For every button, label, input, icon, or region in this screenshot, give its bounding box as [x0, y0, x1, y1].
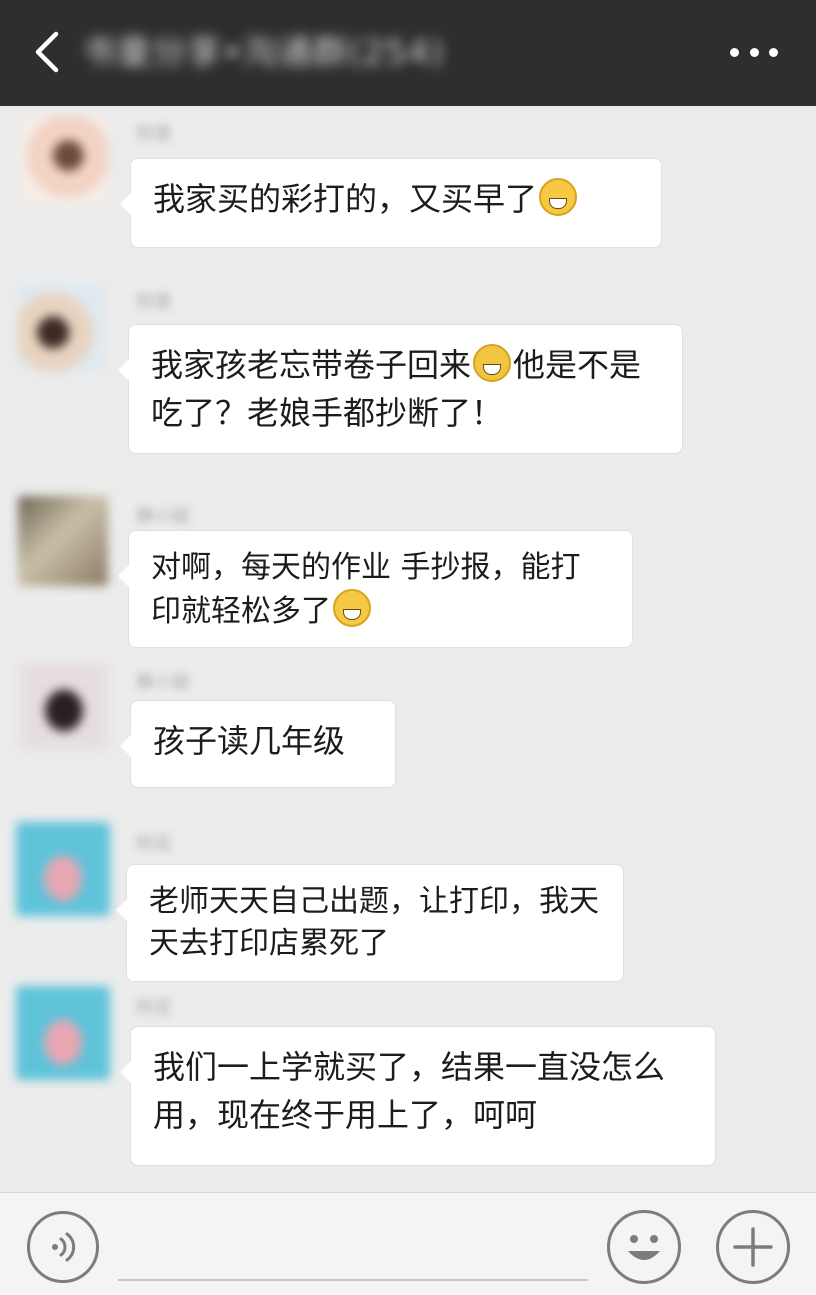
message-bubble[interactable]: 我家孩老忘带卷子回来 他是不是吃了？老娘手都抄断了！	[118, 324, 683, 454]
avatar[interactable]	[18, 284, 106, 372]
message-text: 孩子读几年级	[153, 722, 346, 760]
voice-icon	[52, 1232, 76, 1262]
back-button[interactable]	[22, 26, 72, 78]
sender-name: 阿花	[136, 834, 172, 855]
message-text: 我们一上学就买了，结果一直没怎么用，现在终于用上了，呵呵	[153, 1048, 666, 1134]
think-emoji-icon	[333, 589, 371, 627]
sender-name: 阿英	[136, 292, 172, 313]
message-text: 我家买的彩打的，又买早了	[153, 180, 538, 218]
chat-header: 书童分享•沟通群(254)	[0, 0, 816, 106]
voice-button[interactable]	[27, 1211, 99, 1283]
chat-title: 书童分享•沟通群(254)	[82, 33, 445, 73]
message-bubble[interactable]: 孩子读几年级	[120, 700, 396, 788]
dot-icon	[730, 47, 739, 57]
dot-icon	[769, 47, 778, 57]
avatar[interactable]	[16, 822, 110, 916]
message-input[interactable]	[118, 1207, 588, 1281]
sender-name: 阿英	[136, 124, 172, 145]
avatar[interactable]	[18, 496, 108, 586]
message-list[interactable]: 阿英 我家买的彩打的，又买早了 阿英 我家孩老忘带卷子回来 他是不是吃了？老娘手都…	[0, 106, 816, 1192]
sender-name: 静小姐	[136, 672, 190, 693]
sender-name: 阿花	[136, 998, 172, 1019]
message-bubble[interactable]: 老师天天自己出题，让打印，我天天去打印店累死了	[116, 864, 624, 982]
cry-emoji-icon	[473, 344, 512, 382]
message-text: 老师天天自己出题，让打印，我天天去打印店累死了	[149, 884, 599, 961]
emoji-button[interactable]	[607, 1210, 681, 1284]
avatar[interactable]	[20, 116, 108, 204]
grin-emoji-icon	[539, 178, 578, 216]
avatar[interactable]	[20, 662, 108, 750]
message-text: 我家孩老忘带卷子回来	[151, 346, 472, 384]
more-options-button[interactable]	[730, 40, 778, 64]
dot-icon	[749, 47, 759, 57]
smiley-icon	[628, 1235, 660, 1260]
message-bubble[interactable]: 我们一上学就买了，结果一直没怎么用，现在终于用上了，呵呵	[120, 1026, 716, 1166]
message-bubble[interactable]: 对啊，每天的作业 手抄报，能打印就轻松多了	[118, 530, 633, 648]
sender-name: 静小姐	[136, 506, 190, 527]
more-functions-button[interactable]	[716, 1210, 790, 1284]
chevron-left-icon	[35, 31, 59, 73]
plus-icon	[733, 1227, 773, 1267]
avatar[interactable]	[16, 986, 110, 1080]
message-bubble[interactable]: 我家买的彩打的，又买早了	[120, 158, 662, 248]
input-bar	[0, 1192, 816, 1295]
